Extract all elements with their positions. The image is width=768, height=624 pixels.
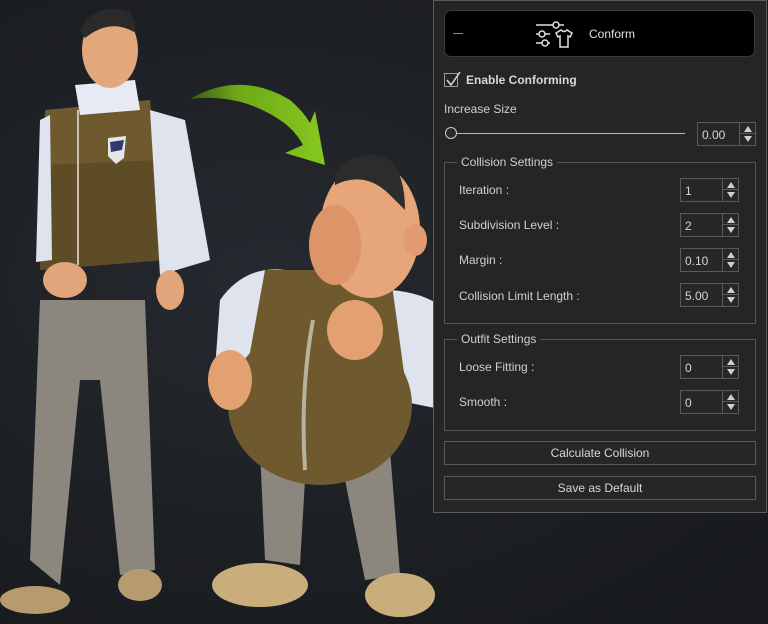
spin-down-icon[interactable]	[727, 192, 735, 198]
panel-title: Conform	[589, 27, 636, 41]
iteration-value[interactable]: 1	[685, 184, 692, 198]
margin-spinbox[interactable]: 0.10	[680, 248, 739, 272]
loose-fitting-spinbox[interactable]: 0	[680, 355, 739, 379]
sliders-shirt-icon	[536, 21, 573, 48]
increase-size-slider-track[interactable]	[453, 133, 685, 134]
spin-up-icon[interactable]	[727, 182, 735, 188]
spin-down-icon[interactable]	[727, 404, 735, 410]
checkbox-box[interactable]	[444, 71, 461, 87]
subdivision-level-label: Subdivision Level :	[459, 218, 560, 232]
loose-fitting-label: Loose Fitting :	[459, 360, 535, 374]
outfit-settings-title: Outfit Settings	[457, 332, 541, 346]
spin-up-icon[interactable]	[727, 394, 735, 400]
smooth-value[interactable]: 0	[685, 396, 692, 410]
iteration-spinbox[interactable]: 1	[680, 178, 739, 202]
collision-settings-title: Collision Settings	[457, 155, 558, 169]
spin-down-icon[interactable]	[727, 262, 735, 268]
spin-down-icon[interactable]	[727, 369, 735, 375]
spin-up-icon[interactable]	[727, 252, 735, 258]
spin-up-icon[interactable]	[727, 287, 735, 293]
checkmark-icon	[446, 71, 461, 87]
spin-down-icon[interactable]	[727, 227, 735, 233]
collision-limit-length-spinbox[interactable]: 5.00	[680, 283, 739, 307]
smooth-label: Smooth :	[459, 395, 508, 409]
increase-size-spinbox[interactable]: 0.00	[697, 122, 756, 146]
collision-limit-length-value[interactable]: 5.00	[685, 289, 708, 303]
outfit-settings-group: Outfit Settings	[444, 332, 756, 431]
enable-conforming-label: Enable Conforming	[466, 73, 577, 87]
spin-up-icon[interactable]	[727, 217, 735, 223]
subdivision-level-value[interactable]: 2	[685, 219, 692, 233]
spin-down-icon[interactable]	[744, 136, 752, 142]
iteration-label: Iteration :	[459, 183, 510, 197]
margin-label: Margin :	[459, 253, 503, 267]
subdivision-level-spinbox[interactable]: 2	[680, 213, 739, 237]
conform-panel: Conform Enable Conforming Increase Size …	[433, 0, 767, 513]
calculate-collision-button[interactable]: Calculate Collision	[444, 441, 756, 465]
collision-limit-length-label: Collision Limit Length :	[459, 289, 580, 303]
spin-up-icon[interactable]	[727, 359, 735, 365]
increase-size-label: Increase Size	[444, 102, 517, 116]
spin-up-icon[interactable]	[744, 126, 752, 132]
increase-size-slider-thumb[interactable]	[445, 127, 457, 139]
smooth-spinbox[interactable]: 0	[680, 390, 739, 414]
panel-header[interactable]: Conform	[444, 10, 755, 57]
loose-fitting-value[interactable]: 0	[685, 361, 692, 375]
save-as-default-button[interactable]: Save as Default	[444, 476, 756, 500]
increase-size-value[interactable]: 0.00	[702, 128, 725, 142]
enable-conforming-checkbox[interactable]: Enable Conforming	[444, 71, 577, 87]
minus-icon[interactable]	[453, 33, 463, 34]
margin-value[interactable]: 0.10	[685, 254, 708, 268]
spin-down-icon[interactable]	[727, 297, 735, 303]
